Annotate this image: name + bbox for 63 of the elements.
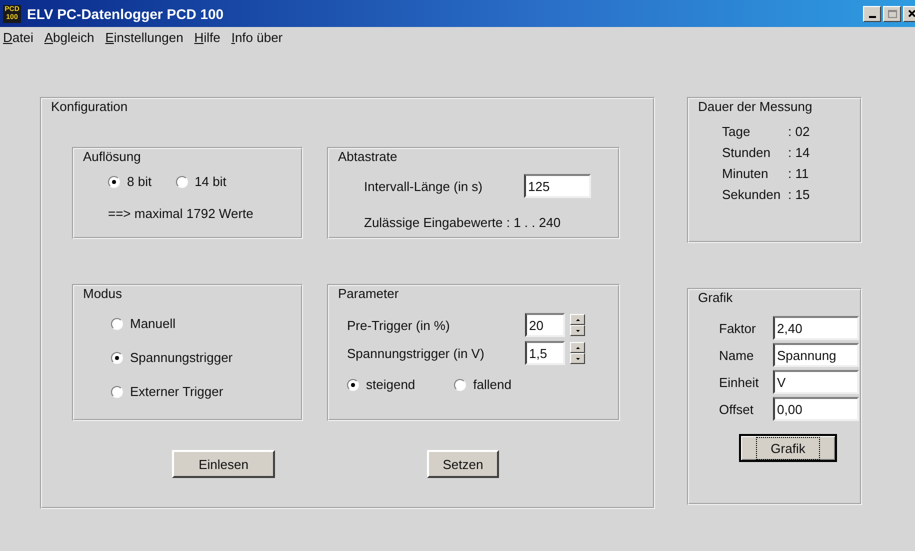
radio-button[interactable] xyxy=(111,352,123,364)
input-field[interactable]: 0,00 xyxy=(773,397,859,421)
radio-button[interactable] xyxy=(176,176,188,188)
field-label: Einheit xyxy=(719,374,760,390)
close-icon xyxy=(908,10,915,17)
group-title: Modus xyxy=(83,286,122,301)
duration-value: : 11 xyxy=(788,166,810,181)
menu-item[interactable]: Hilfe xyxy=(194,30,220,44)
duration-label: Stunden xyxy=(722,145,772,160)
field-label: Offset xyxy=(719,402,754,416)
duration-value: : 14 xyxy=(788,145,810,160)
window-title: ELV PC-Datenlogger PCD 100 xyxy=(27,6,225,22)
group-title: Grafik xyxy=(698,290,733,305)
field-label: Name xyxy=(719,348,755,362)
radio-button[interactable] xyxy=(111,318,123,330)
push-button[interactable]: Einlesen xyxy=(172,450,275,478)
group-title: Dauer der Messung xyxy=(698,99,812,114)
spin-up-button[interactable] xyxy=(570,314,585,325)
push-button[interactable]: Grafik xyxy=(739,434,837,462)
minimize-button[interactable] xyxy=(863,6,881,22)
group-title: Parameter xyxy=(338,286,399,301)
field-label: Spannungstrigger (in V) xyxy=(347,346,486,360)
input-field[interactable]: 1,5 xyxy=(525,341,565,365)
duration-value: : 15 xyxy=(788,187,810,202)
maximize-icon xyxy=(888,10,896,18)
minimize-icon xyxy=(868,16,876,18)
push-button[interactable]: Setzen xyxy=(427,450,499,478)
input-field[interactable]: Spannung xyxy=(773,343,859,367)
radio-label: Manuell xyxy=(130,316,176,331)
radio-label: Externer Trigger xyxy=(130,384,224,399)
field-label: Faktor xyxy=(719,320,757,336)
radio-button[interactable] xyxy=(111,386,123,398)
duration-label: Minuten xyxy=(722,166,770,181)
field-label: Intervall-Länge (in s) xyxy=(364,178,484,194)
spin-down-button[interactable] xyxy=(570,325,585,336)
spin-down-button[interactable] xyxy=(570,353,585,364)
group-title: Abtastrate xyxy=(338,149,398,164)
spin-up-button[interactable] xyxy=(570,342,585,353)
input-field[interactable]: 125 xyxy=(524,174,591,198)
duration-value: : 02 xyxy=(788,124,810,139)
maximize-button[interactable] xyxy=(883,6,901,22)
group-title: Auflösung xyxy=(83,149,141,164)
radio-button[interactable] xyxy=(347,378,359,390)
info-text: ==> maximal 1792 Werte xyxy=(108,206,254,221)
input-field[interactable]: 20 xyxy=(525,313,565,337)
field-label: Pre-Trigger (in %) xyxy=(347,318,451,332)
info-text: Zulässige Eingabewerte : 1 . . 240 xyxy=(364,215,561,230)
radio-label: steigend xyxy=(366,377,416,392)
radio-label: fallend xyxy=(473,377,512,392)
menu-item[interactable]: Info über xyxy=(231,30,283,44)
duration-label: Tage xyxy=(722,124,752,139)
input-field[interactable]: V xyxy=(773,370,859,394)
radio-button[interactable] xyxy=(454,378,466,390)
radio-label: Spannungstrigger xyxy=(130,350,233,365)
menu-item[interactable]: Datei xyxy=(3,30,34,44)
radio-label: 14 bit xyxy=(194,174,226,189)
group-title: Konfiguration xyxy=(51,99,128,114)
menu-item[interactable]: Abgleich xyxy=(44,30,94,44)
menu-item[interactable]: Einstellungen xyxy=(105,30,184,44)
radio-label: 8 bit xyxy=(127,174,152,189)
duration-label: Sekunden xyxy=(722,187,782,202)
input-field[interactable]: 2,40 xyxy=(773,316,859,340)
radio-button[interactable] xyxy=(108,176,120,188)
